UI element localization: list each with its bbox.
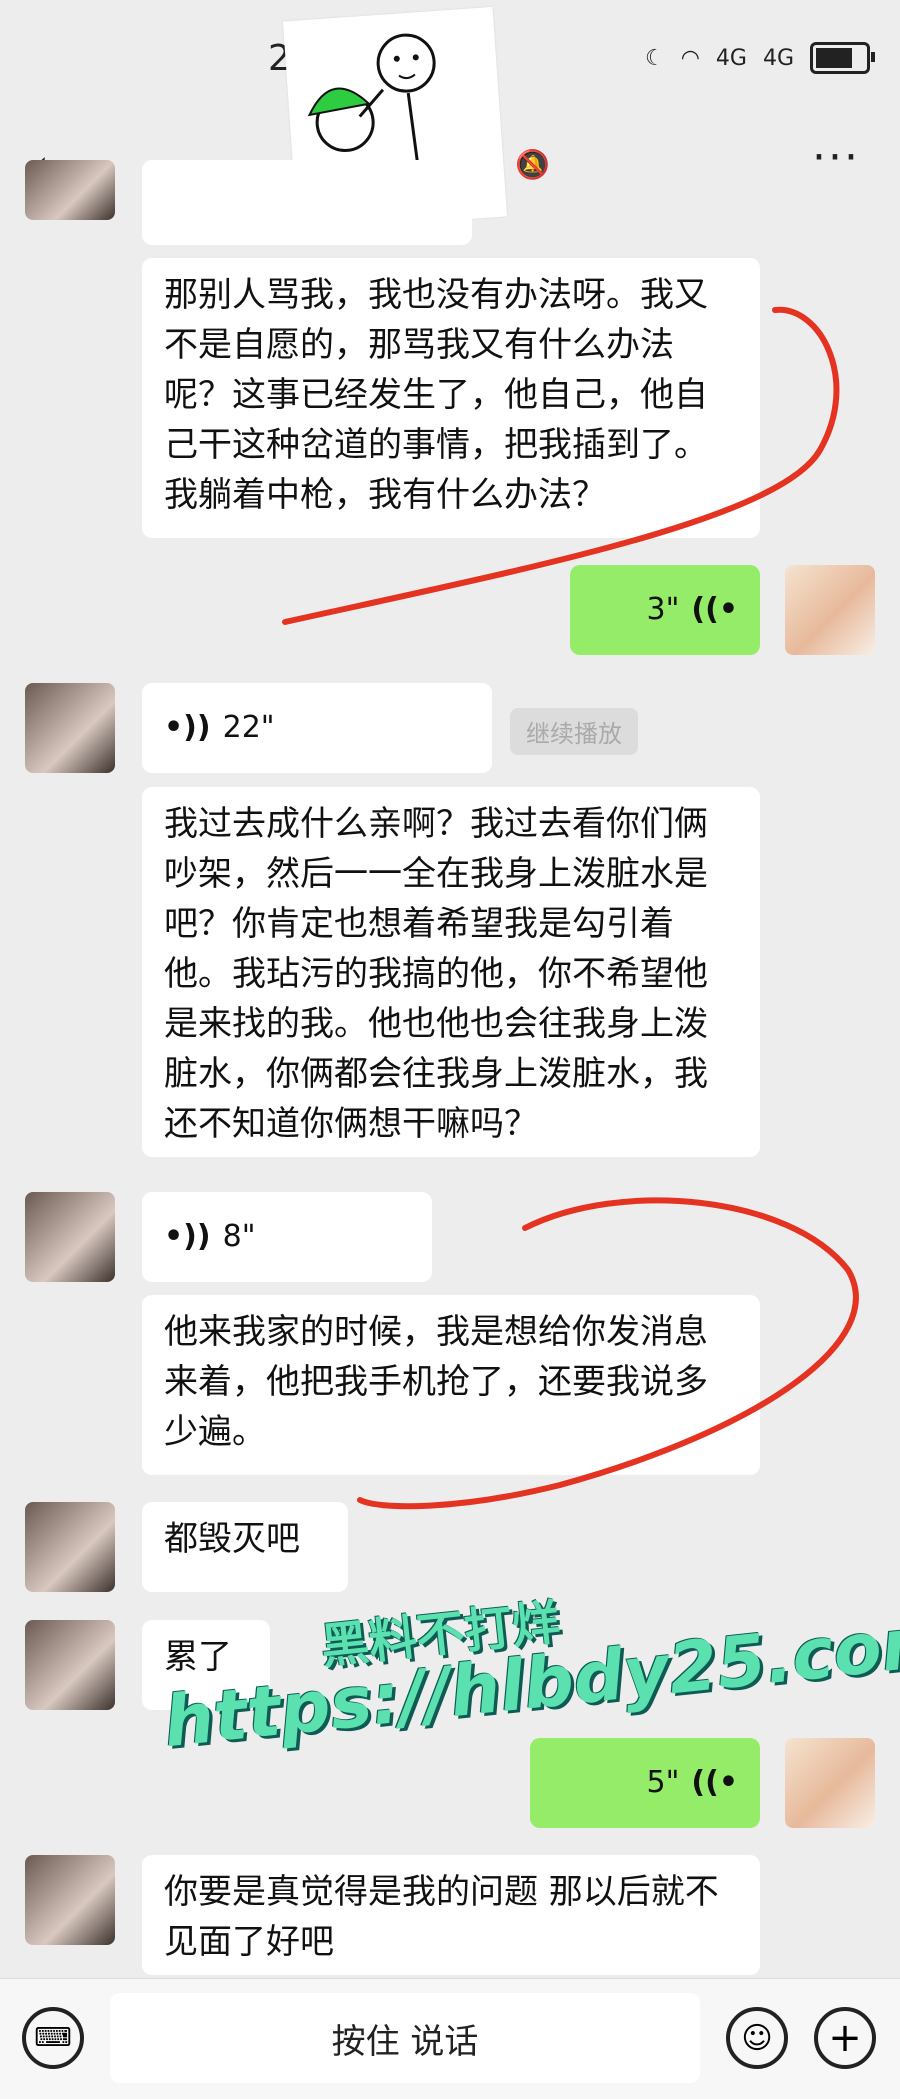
- input-bar: ⌨ 按住 说话 ☺ +: [0, 1978, 900, 2099]
- hold-to-talk-button[interactable]: 按住 说话: [110, 1993, 700, 2083]
- emoji-icon[interactable]: ☺: [726, 2007, 788, 2069]
- keyboard-icon[interactable]: ⌨: [22, 2007, 84, 2069]
- red-annotation-lines: [282, 306, 859, 1510]
- plus-icon[interactable]: +: [814, 2007, 876, 2069]
